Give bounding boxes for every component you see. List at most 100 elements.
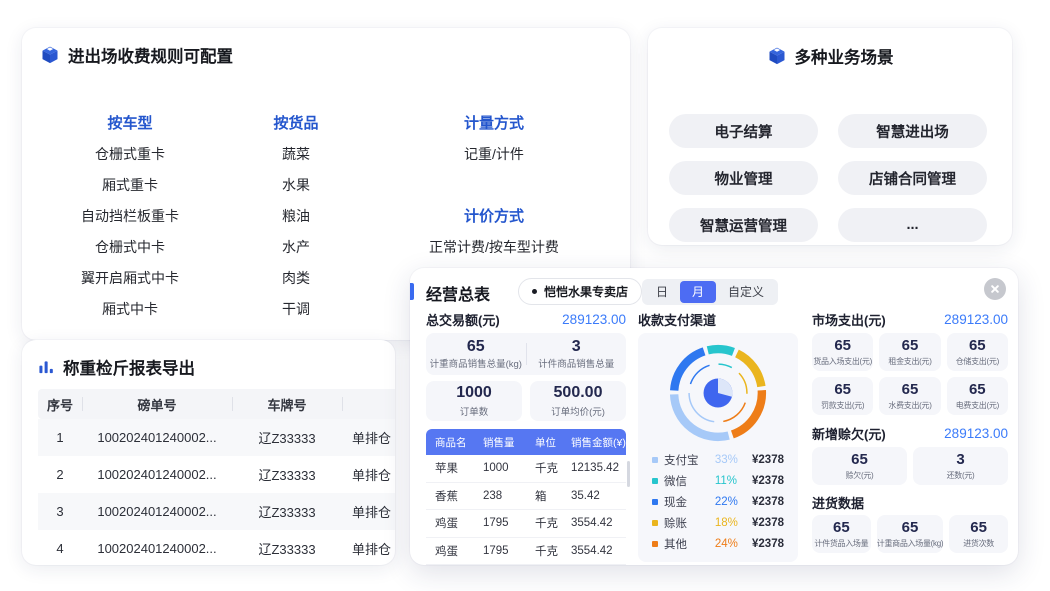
credit-label: 新增赊欠(元) <box>812 424 886 443</box>
cell-ticket: 100202401240002... <box>82 430 232 445</box>
tab-month[interactable]: 月 <box>680 281 716 303</box>
cell: 苹果 <box>426 460 474 476</box>
total-value: 289123.00 <box>562 312 626 327</box>
stat-box: 65 电费支出(元) <box>947 377 1008 415</box>
scenario-button-settlement[interactable]: 电子结算 <box>669 114 818 148</box>
cell-vehicle-type: 单排仓 <box>342 465 395 484</box>
credit-boxes: 65 赊欠(元) 3 还数(元) <box>812 447 1008 485</box>
legend-item: 其他24%¥2378 <box>638 533 798 554</box>
scrollbar-thumb[interactable] <box>627 461 630 487</box>
stat-box: 65 罚款支出(元) <box>812 377 873 415</box>
scenario-buttons: 电子结算 智慧进出场 物业管理 店铺合同管理 智慧运营管理 ... <box>669 114 987 242</box>
purchase-boxes: 65 计件货品入场量 65 计重商品入场量(kg) 65 进货次数 <box>812 515 1008 553</box>
scenario-button-operation[interactable]: 智慧运营管理 <box>669 208 818 242</box>
legend-item: 赊账18%¥2378 <box>638 512 798 533</box>
scenario-button-contract[interactable]: 店铺合同管理 <box>838 161 987 195</box>
legend-amount: ¥2378 <box>752 475 784 487</box>
stat-value: 3 <box>956 452 964 468</box>
legend-swatch <box>652 457 658 463</box>
stat-label: 罚款支出(元) <box>821 400 864 411</box>
total-transaction-row: 总交易额(元) 289123.00 <box>426 311 626 327</box>
legend-percent: 33% <box>715 454 746 466</box>
product-sales-table: 商品名 销售量 单位 销售金额(¥) 苹果 1000 千克 12135.42 香… <box>426 429 626 565</box>
stat-value: 1000 <box>456 384 492 402</box>
legend-swatch <box>652 520 658 526</box>
store-selector[interactable]: 恺恺水果专卖店 <box>518 278 642 305</box>
market-expense-row: 市场支出(元) 289123.00 <box>812 311 1008 327</box>
chart-legend: 支付宝33%¥2378微信11%¥2378现金22%¥2378赊账18%¥237… <box>638 449 798 554</box>
stat-label: 电费支出(元) <box>956 400 999 411</box>
cell-vehicle-type: 单排仓 <box>342 502 395 521</box>
stat-value: 65 <box>467 338 485 356</box>
order-stats-row: 1000 订单数 500.00 订单均价(元) <box>426 381 626 421</box>
cell: 1000 <box>474 462 526 474</box>
tab-custom[interactable]: 自定义 <box>716 281 776 303</box>
stat-label: 还数(元) <box>947 470 975 481</box>
legend-amount: ¥2378 <box>752 538 784 550</box>
cell-plate: 辽Z33333 <box>232 539 342 558</box>
cell-plate: 辽Z33333 <box>232 428 342 447</box>
cell: 箱 <box>526 488 562 504</box>
tab-day[interactable]: 日 <box>644 281 680 303</box>
cell: 1795 <box>474 545 526 557</box>
stat-label: 水费支出(元) <box>888 400 931 411</box>
stat-box: 65 计重商品入场量(kg) <box>877 515 943 553</box>
rule-item: 肉类 <box>240 263 352 294</box>
cell-plate: 辽Z33333 <box>232 502 342 521</box>
cell: 12135.42 <box>562 462 626 474</box>
purchase-data-label: 进货数据 <box>812 493 1008 509</box>
stat-box: 65 货品入场支出(元) <box>812 333 873 371</box>
stat-box: 65 仓储支出(元) <box>947 333 1008 371</box>
column-header: 商品名 <box>426 435 474 450</box>
stat-box: 65 租金支出(元) <box>879 333 940 371</box>
report-panel-title: 称重检斤报表导出 <box>63 355 195 379</box>
stat-value: 65 <box>833 520 850 536</box>
cell: 千克 <box>526 515 562 531</box>
cell-vehicle-type: 单排仓 <box>342 428 395 447</box>
stat-value: 65 <box>902 520 919 536</box>
legend-percent: 11% <box>715 475 746 487</box>
stat-box: 65 进货次数 <box>949 515 1008 553</box>
stat-value: 65 <box>969 338 986 354</box>
rules-panel-title: 进出场收费规则可配置 <box>68 43 233 67</box>
rule-item: 正常计费/按车型计费 <box>382 232 606 263</box>
legend-item: 现金22%¥2378 <box>638 491 798 512</box>
rule-item: 水产 <box>240 232 352 263</box>
rule-item: 粮油 <box>240 201 352 232</box>
weighing-table: 序号 磅单号 车牌号 1 100202401240002... 辽Z33333 … <box>38 389 395 565</box>
legend-item: 微信11%¥2378 <box>638 470 798 491</box>
column-header: 计量方式 <box>382 108 606 139</box>
stat-label: 订单数 <box>460 404 489 418</box>
scenario-button-more[interactable]: ... <box>838 208 987 242</box>
stat-box: 65 水费支出(元) <box>879 377 940 415</box>
scenario-button-entry-exit[interactable]: 智慧进出场 <box>838 114 987 148</box>
stat-box: 1000 订单数 <box>426 381 522 421</box>
table-row: 香蕉 238 箱 35.42 <box>426 483 626 511</box>
scenario-button-property[interactable]: 物业管理 <box>669 161 818 195</box>
channels-title-row: 收款支付渠道 <box>638 311 798 327</box>
close-icon[interactable] <box>984 278 1006 300</box>
stat-value: 65 <box>834 338 851 354</box>
cell-index: 2 <box>38 467 82 482</box>
rule-item: 仓栅式中卡 <box>40 232 220 263</box>
scenarios-panel: 多种业务场景 电子结算 智慧进出场 物业管理 店铺合同管理 智慧运营管理 ... <box>648 28 1012 245</box>
stat-label: 货品入场支出(元) <box>813 356 872 367</box>
summary-left-column: 总交易额(元) 289123.00 65 计重商品销售总量(kg) 3 计件商品… <box>426 311 626 565</box>
cell: 香蕉 <box>426 488 474 504</box>
cell-ticket: 100202401240002... <box>82 467 232 482</box>
cell: 35.42 <box>562 490 626 502</box>
title-accent-bar <box>410 283 414 300</box>
rule-item: 记重/计件 <box>382 139 606 170</box>
stat-label: 计件货品入场量 <box>814 538 868 549</box>
legend-swatch <box>652 541 658 547</box>
cell: 千克 <box>526 460 562 476</box>
stat-box: 3 计件商品销售总量 <box>527 333 627 375</box>
cube-icon <box>767 46 787 66</box>
payment-channels-card: 支付宝33%¥2378微信11%¥2378现金22%¥2378赊账18%¥237… <box>638 333 798 562</box>
period-tabs: 日 月 自定义 <box>642 279 778 305</box>
table-row: 3 100202401240002... 辽Z33333 单排仓 <box>38 493 395 530</box>
stat-box: 500.00 订单均价(元) <box>530 381 626 421</box>
market-expense-value: 289123.00 <box>944 312 1008 327</box>
legend-swatch <box>652 478 658 484</box>
rule-item: 自动挡栏板重卡 <box>40 201 220 232</box>
